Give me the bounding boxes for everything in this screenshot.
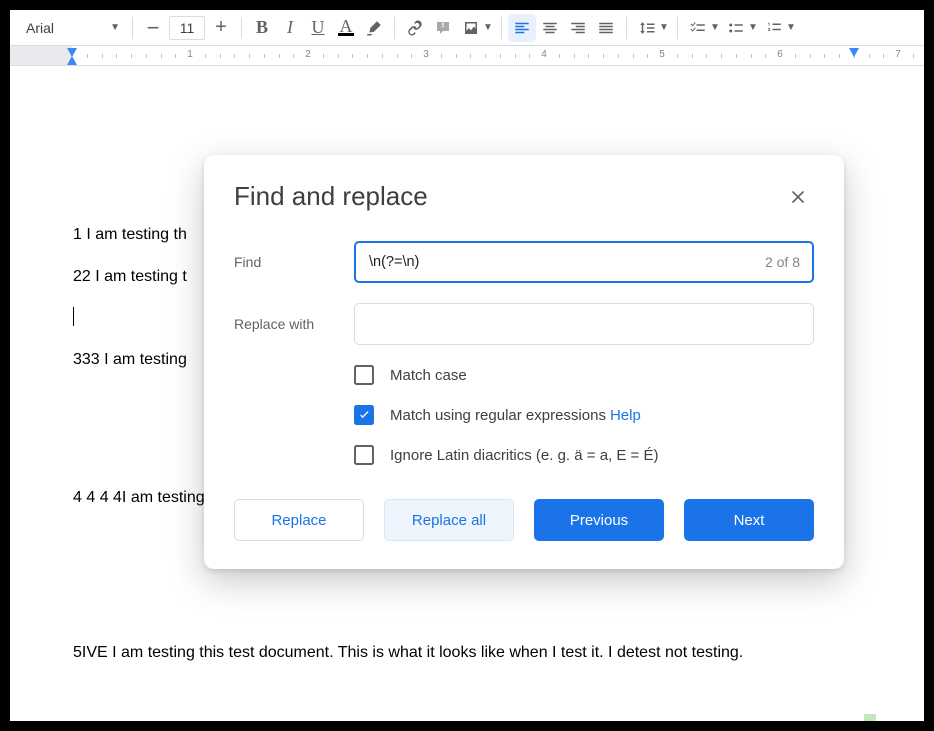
align-center-icon: [541, 19, 559, 37]
find-match-highlight: [864, 714, 876, 721]
divider: [132, 17, 133, 39]
replace-button[interactable]: Replace: [234, 499, 364, 541]
insert-image-menu[interactable]: ▼: [481, 14, 495, 42]
regex-help-link[interactable]: Help: [610, 407, 641, 424]
divider: [626, 17, 627, 39]
toolbar: Arial ▼ − + B I U A: [10, 10, 924, 46]
align-right-button[interactable]: [564, 14, 592, 42]
match-case-checkbox[interactable]: [354, 365, 374, 385]
indent-left[interactable]: [66, 56, 78, 66]
ruler-number: 4: [541, 49, 547, 60]
divider: [241, 17, 242, 39]
diacritics-label: Ignore Latin diacritics (e. g. ä = a, E …: [390, 447, 658, 464]
text-line[interactable]: 5IVE I am testing this test document. Th…: [73, 642, 894, 664]
comment-icon: [434, 19, 452, 37]
diacritics-checkbox[interactable]: [354, 445, 374, 465]
regex-label: Match using regular expressions: [390, 407, 606, 424]
ruler-number: 2: [305, 49, 311, 60]
ruler-number: 5: [659, 49, 665, 60]
text-cursor: [73, 307, 74, 326]
font-family-select[interactable]: Arial ▼: [16, 15, 126, 41]
align-justify-icon: [597, 19, 615, 37]
align-justify-button[interactable]: [592, 14, 620, 42]
ruler-number: 7: [895, 49, 901, 60]
find-input[interactable]: [354, 241, 814, 283]
divider: [394, 17, 395, 39]
indent-right[interactable]: [848, 48, 860, 58]
text-color-button[interactable]: A: [332, 14, 360, 42]
increase-font-size-button[interactable]: +: [207, 14, 235, 42]
align-right-icon: [569, 19, 587, 37]
numbered-list-icon: [765, 19, 783, 37]
chevron-down-icon: ▼: [110, 22, 120, 33]
numbered-list-menu[interactable]: ▼: [784, 14, 798, 42]
decrease-font-size-button[interactable]: −: [139, 14, 167, 42]
checklist-icon: [689, 19, 707, 37]
previous-button[interactable]: Previous: [534, 499, 664, 541]
divider: [677, 17, 678, 39]
replace-input[interactable]: [354, 303, 814, 345]
highlight-color-button[interactable]: [360, 14, 388, 42]
ruler-number: 3: [423, 49, 429, 60]
insert-comment-button[interactable]: [429, 14, 457, 42]
ruler-number: 6: [777, 49, 783, 60]
bulleted-list-menu[interactable]: ▼: [746, 14, 760, 42]
italic-button[interactable]: I: [276, 14, 304, 42]
next-button[interactable]: Next: [684, 499, 814, 541]
find-replace-dialog: Find and replace Find 2 of 8 Replace wit…: [204, 155, 844, 569]
underline-button[interactable]: U: [304, 14, 332, 42]
font-size-input[interactable]: [169, 16, 205, 40]
checklist-menu[interactable]: ▼: [708, 14, 722, 42]
font-family-value: Arial: [26, 20, 54, 36]
image-icon: [462, 19, 480, 37]
close-button[interactable]: [782, 181, 814, 213]
close-icon: [788, 187, 808, 207]
line-spacing-icon: [638, 19, 656, 37]
insert-link-button[interactable]: [401, 14, 429, 42]
highlighter-icon: [365, 19, 383, 37]
align-left-icon: [513, 19, 531, 37]
ruler-margin-left: [10, 46, 72, 65]
check-icon: [357, 408, 372, 423]
align-left-button[interactable]: [508, 14, 536, 42]
match-case-label: Match case: [390, 367, 467, 384]
line-spacing-menu[interactable]: ▼: [657, 14, 671, 42]
divider: [501, 17, 502, 39]
dialog-title: Find and replace: [234, 181, 428, 212]
find-label: Find: [234, 254, 354, 270]
link-icon: [406, 19, 424, 37]
match-counter: 2 of 8: [765, 254, 800, 270]
replace-label: Replace with: [234, 316, 354, 332]
replace-all-button[interactable]: Replace all: [384, 499, 514, 541]
regex-checkbox[interactable]: [354, 405, 374, 425]
align-center-button[interactable]: [536, 14, 564, 42]
ruler-number: 1: [187, 49, 193, 60]
document-area[interactable]: 1 I am testing th 22 I am testing t 333 …: [10, 66, 924, 721]
ruler[interactable]: 1 2 3 4 5 6 7: [10, 46, 924, 66]
bulleted-list-icon: [727, 19, 745, 37]
bold-button[interactable]: B: [248, 14, 276, 42]
